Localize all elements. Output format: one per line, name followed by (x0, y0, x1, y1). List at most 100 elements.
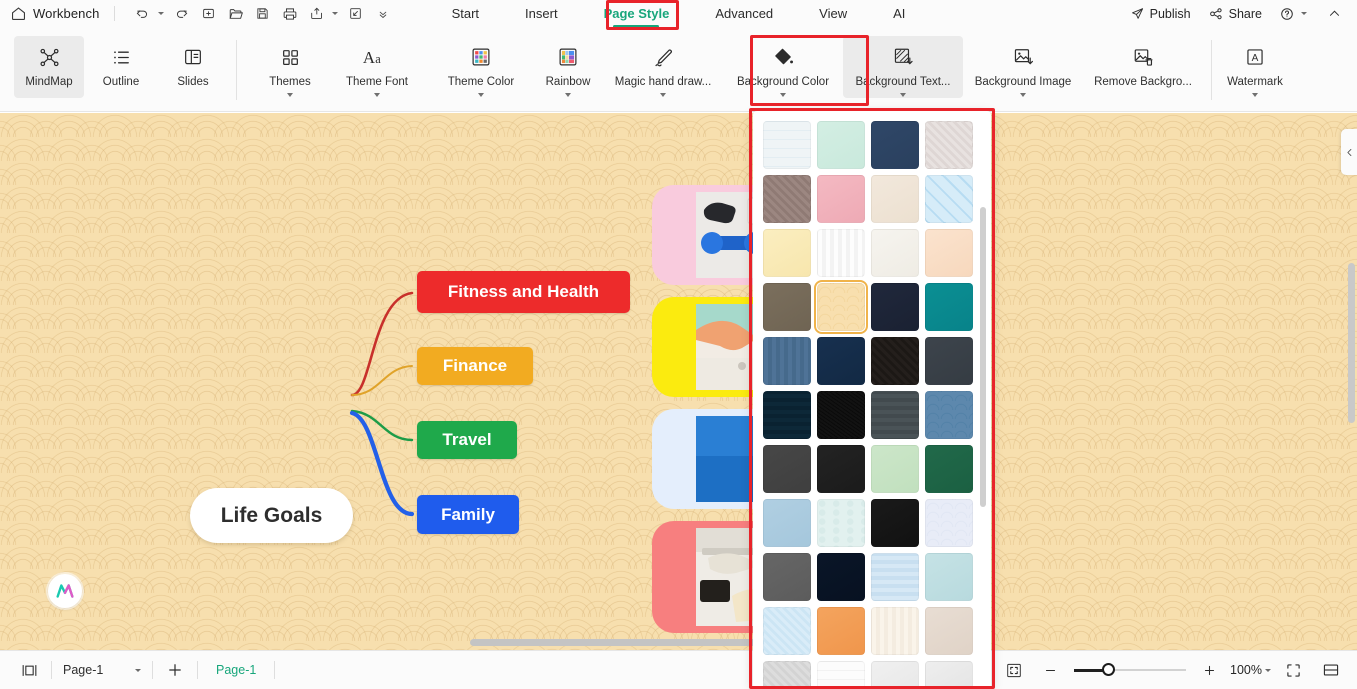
zoom-out-button[interactable] (1034, 657, 1067, 683)
texture-swatch-31[interactable] (925, 499, 973, 547)
texture-swatch-1[interactable] (817, 121, 865, 169)
zoom-slider-knob[interactable] (1102, 663, 1115, 676)
node-travel[interactable]: Travel (417, 421, 517, 459)
page-layout-icon[interactable] (12, 657, 47, 683)
texture-swatch-24[interactable] (763, 445, 811, 493)
ribbon-theme-color-button[interactable]: Theme Color (429, 36, 533, 98)
magic-hand-draw-caret-icon[interactable] (660, 93, 666, 98)
background-texture-caret-icon[interactable] (900, 93, 906, 98)
texture-swatch-27[interactable] (925, 445, 973, 493)
tab-ai[interactable]: AI (881, 2, 917, 25)
help-caret-icon[interactable] (1301, 12, 1307, 15)
texture-swatch-7[interactable] (925, 175, 973, 223)
theme-color-caret-icon[interactable] (478, 93, 484, 98)
texture-swatch-10[interactable] (871, 229, 919, 277)
redo-button[interactable] (169, 3, 194, 25)
texture-swatch-17[interactable] (817, 337, 865, 385)
texture-swatch-9[interactable] (817, 229, 865, 277)
texture-swatch-4[interactable] (763, 175, 811, 223)
texture-swatch-3[interactable] (925, 121, 973, 169)
export-share-button[interactable] (304, 3, 329, 25)
background-texture-panel[interactable] (753, 111, 991, 689)
tab-start[interactable]: Start (440, 2, 491, 25)
tab-advanced[interactable]: Advanced (703, 2, 785, 25)
save-button[interactable] (250, 3, 275, 25)
texture-swatch-26[interactable] (871, 445, 919, 493)
mindmap-canvas[interactable]: Life Goals Fitness and Health Finance Tr… (0, 113, 1357, 650)
background-image-caret-icon[interactable] (1020, 93, 1026, 98)
ribbon-outline-button[interactable]: Outline (86, 36, 156, 98)
ribbon-themes-button[interactable]: Themes (255, 36, 325, 98)
texture-swatch-13[interactable] (814, 280, 868, 334)
print-button[interactable] (277, 3, 302, 25)
node-fitness-and-health[interactable]: Fitness and Health (417, 271, 630, 313)
help-button[interactable] (1272, 3, 1317, 25)
canvas-vertical-scrollbar[interactable] (1348, 263, 1355, 603)
ribbon-theme-font-button[interactable]: A a Theme Font (325, 36, 429, 98)
publish-button[interactable]: Publish (1123, 3, 1198, 24)
texture-panel-scroll-thumb[interactable] (980, 207, 986, 507)
folder-open-button[interactable] (223, 3, 248, 25)
add-page-button[interactable] (157, 657, 193, 683)
tab-page-style[interactable]: Page Style (592, 2, 682, 25)
canvas-horizontal-scrollbar[interactable] (0, 639, 1357, 647)
texture-swatch-28[interactable] (763, 499, 811, 547)
texture-swatch-2[interactable] (871, 121, 919, 169)
texture-swatch-33[interactable] (817, 553, 865, 601)
texture-swatch-21[interactable] (817, 391, 865, 439)
texture-swatch-34[interactable] (871, 553, 919, 601)
zoom-in-button[interactable] (1193, 657, 1226, 683)
page-selector-caret-icon[interactable] (135, 668, 141, 672)
theme-font-caret-icon[interactable] (374, 93, 380, 98)
texture-swatch-32[interactable] (763, 553, 811, 601)
texture-swatch-0[interactable] (763, 121, 811, 169)
undo-button[interactable] (130, 3, 155, 25)
texture-swatch-8[interactable] (763, 229, 811, 277)
texture-swatch-30[interactable] (871, 499, 919, 547)
collapse-right-panel-button[interactable] (1341, 129, 1357, 175)
ribbon-background-image-button[interactable]: Background Image (963, 36, 1083, 98)
texture-swatch-35[interactable] (925, 553, 973, 601)
rainbow-caret-icon[interactable] (565, 93, 571, 98)
ribbon-watermark-button[interactable]: A Watermark (1220, 36, 1290, 98)
node-family[interactable]: Family (417, 495, 519, 534)
fit-screen-icon[interactable] (996, 657, 1032, 683)
texture-swatch-14[interactable] (871, 283, 919, 331)
texture-swatch-42[interactable] (871, 661, 919, 689)
tab-insert[interactable]: Insert (513, 2, 570, 25)
texture-swatch-19[interactable] (925, 337, 973, 385)
texture-swatch-43[interactable] (925, 661, 973, 689)
texture-swatch-22[interactable] (871, 391, 919, 439)
texture-swatch-29[interactable] (817, 499, 865, 547)
texture-swatch-20[interactable] (763, 391, 811, 439)
workbench-label[interactable]: Workbench (33, 6, 99, 21)
texture-swatch-18[interactable] (871, 337, 919, 385)
ribbon-remove-background-button[interactable]: Remove Backgro... (1083, 36, 1203, 98)
ribbon-background-color-button[interactable]: Background Color (723, 36, 843, 98)
presentation-button[interactable] (1313, 657, 1349, 683)
node-finance[interactable]: Finance (417, 347, 533, 385)
background-texture-grid[interactable] (763, 121, 975, 689)
zoom-level-caret-icon[interactable] (1265, 668, 1271, 672)
texture-swatch-6[interactable] (871, 175, 919, 223)
texture-swatch-15[interactable] (925, 283, 973, 331)
page-selector[interactable]: Page-1 (56, 658, 148, 682)
canvas-vertical-scroll-thumb[interactable] (1348, 263, 1355, 423)
collapse-ribbon-button[interactable] (1320, 3, 1349, 24)
ribbon-mindmap-button[interactable]: MindMap (14, 36, 84, 98)
texture-swatch-25[interactable] (817, 445, 865, 493)
ribbon-background-texture-button[interactable]: Background Text... (843, 36, 963, 98)
zoom-slider[interactable] (1074, 661, 1186, 679)
fullscreen-button[interactable] (1276, 657, 1311, 683)
texture-swatch-38[interactable] (871, 607, 919, 655)
texture-swatch-40[interactable] (763, 661, 811, 689)
ribbon-rainbow-button[interactable]: Rainbow (533, 36, 603, 98)
texture-swatch-37[interactable] (817, 607, 865, 655)
texture-swatch-11[interactable] (925, 229, 973, 277)
texture-swatch-12[interactable] (763, 283, 811, 331)
page-tab-page-1[interactable]: Page-1 (202, 663, 270, 677)
texture-panel-scrollbar[interactable] (980, 207, 986, 677)
export-caret-icon[interactable] (332, 12, 339, 15)
undo-caret-icon[interactable] (158, 12, 165, 15)
texture-swatch-41[interactable] (817, 661, 865, 689)
